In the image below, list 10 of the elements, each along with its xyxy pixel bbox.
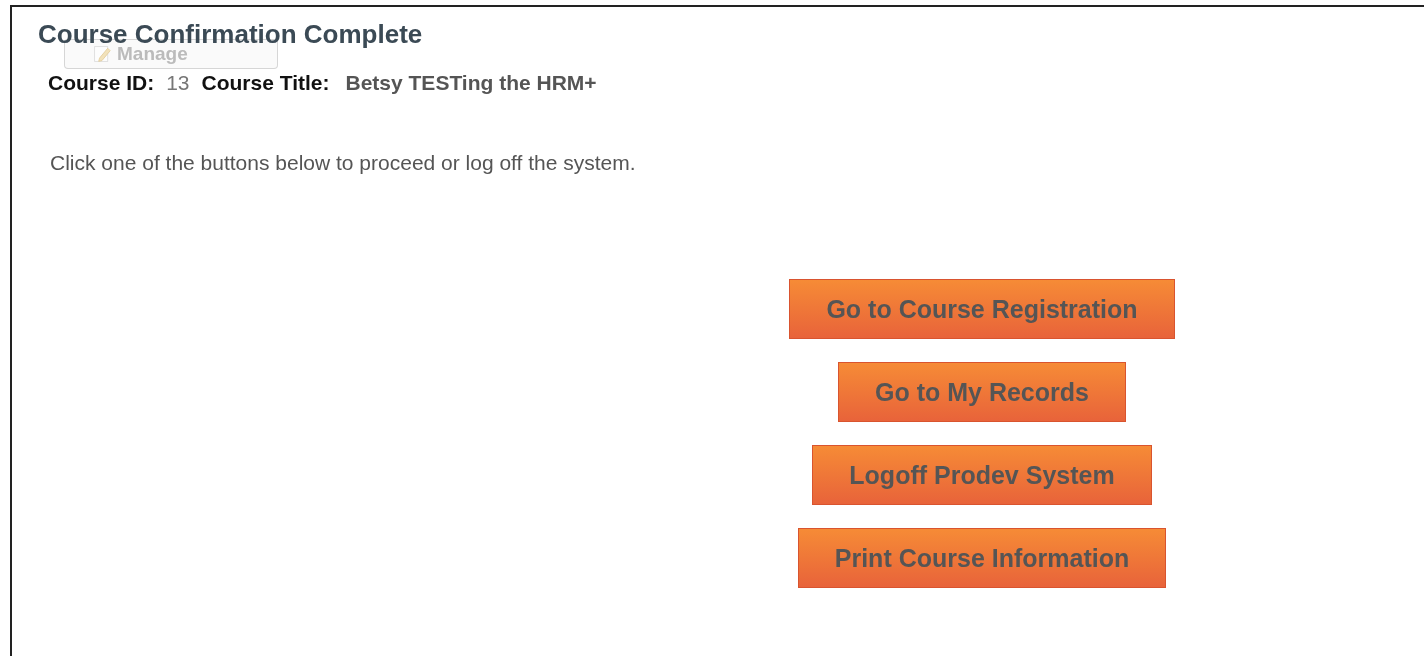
course-title: Betsy TESTing the HRM+ <box>345 71 597 95</box>
action-button[interactable]: Go to Course Registration <box>789 279 1175 339</box>
action-button[interactable]: Logoff Prodev System <box>812 445 1152 505</box>
course-id-label: Course ID: <box>48 71 155 95</box>
course-id: 13 <box>166 71 190 95</box>
instruction-text: Click one of the buttons below to proceed or log off the system. <box>50 151 637 175</box>
action-button[interactable]: Print Course Information <box>797 528 1167 588</box>
pencil-icon <box>93 45 111 63</box>
action-button[interactable]: Go to My Records <box>838 362 1126 422</box>
course-title-label: Course Title: <box>201 71 330 95</box>
